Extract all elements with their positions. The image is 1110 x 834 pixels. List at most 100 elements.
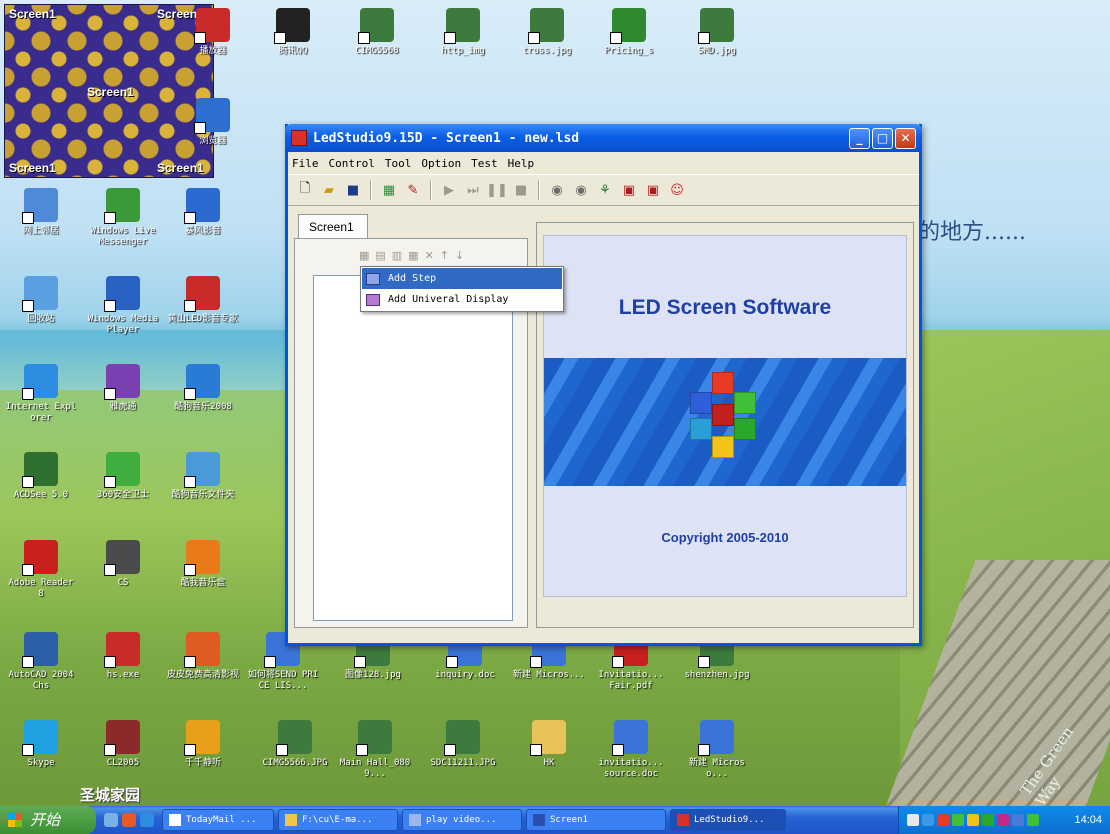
desktop-icon[interactable]: 酷狗音乐2008 bbox=[166, 364, 240, 413]
step-icon[interactable]: ⏭ bbox=[464, 181, 482, 199]
led-app-icon bbox=[184, 276, 220, 312]
desktop-icon-label: HK bbox=[543, 758, 555, 768]
desktop-icon[interactable]: CIMG5568 bbox=[340, 8, 414, 57]
play-icon[interactable]: ▶ bbox=[440, 181, 458, 199]
desktop-icon[interactable]: 千千静听 bbox=[166, 720, 240, 769]
program-list[interactable] bbox=[313, 275, 513, 621]
desktop-icon[interactable]: HK bbox=[512, 720, 586, 769]
desktop-icon[interactable]: 暴风影音 bbox=[166, 188, 240, 237]
tab-screen1[interactable]: Screen1 bbox=[298, 214, 368, 238]
save-icon[interactable]: ■ bbox=[344, 181, 362, 199]
start-button[interactable]: 开始 bbox=[0, 806, 96, 834]
menu-item-add-universal-display[interactable]: Add Univeral Display bbox=[362, 289, 562, 310]
tray-icon[interactable] bbox=[1012, 814, 1024, 826]
quicklaunch-icon[interactable] bbox=[104, 813, 118, 827]
tray-icon[interactable] bbox=[922, 814, 934, 826]
desktop-icon-label: 酷狗音乐文件夹 bbox=[171, 490, 235, 500]
task-todaymail[interactable]: TodayMail ... bbox=[162, 809, 274, 831]
grid-icon[interactable]: ▦ bbox=[380, 181, 398, 199]
desktop-icon[interactable]: 皮皮免费高清影视 bbox=[166, 632, 240, 681]
menu-file[interactable]: File bbox=[292, 157, 319, 170]
desktop-icon[interactable]: 回收站 bbox=[4, 276, 78, 325]
open-folder-icon[interactable]: ▰ bbox=[320, 181, 338, 199]
desktop-icon[interactable]: AutoCAD 2004 Chs bbox=[4, 632, 78, 692]
task-screen1[interactable]: Screen1 bbox=[526, 809, 666, 831]
tray-icon[interactable] bbox=[967, 814, 979, 826]
tray-icon[interactable] bbox=[1027, 814, 1039, 826]
menu-tool[interactable]: Tool bbox=[385, 157, 412, 170]
screen-icon[interactable]: ▣ bbox=[620, 181, 638, 199]
edit-icon[interactable]: ✎ bbox=[404, 181, 422, 199]
desktop-icon[interactable]: invitatio... source.doc bbox=[594, 720, 668, 780]
desktop-icon[interactable]: truss.jpg bbox=[510, 8, 584, 57]
receive-icon[interactable]: ◉ bbox=[572, 181, 590, 199]
desktop-icon[interactable]: CS bbox=[86, 540, 160, 589]
taskbar: 开始 TodayMail ... F:\cu\E-ma... play vide… bbox=[0, 806, 1110, 834]
jpg-icon bbox=[528, 8, 564, 44]
menu-control[interactable]: Control bbox=[329, 157, 375, 170]
pause-icon[interactable]: ❚❚ bbox=[486, 181, 508, 199]
desktop-icon[interactable]: 黄山LED影音专家 bbox=[166, 276, 240, 325]
task-explorer[interactable]: F:\cu\E-ma... bbox=[278, 809, 398, 831]
desktop-icon[interactable]: CIMG5566.JPG bbox=[258, 720, 332, 769]
desktop-icon[interactable]: hs.exe bbox=[86, 632, 160, 681]
desktop-icon[interactable]: 新建 Microso... bbox=[680, 720, 754, 780]
smiley-icon[interactable]: ☺ bbox=[668, 181, 686, 199]
quick-launch bbox=[104, 813, 154, 827]
new-file-icon[interactable]: 🗋 bbox=[296, 181, 314, 199]
desktop-icon[interactable]: http_img bbox=[426, 8, 500, 57]
task-label: TodayMail ... bbox=[186, 815, 257, 825]
menu-option[interactable]: Option bbox=[421, 157, 461, 170]
network-icon bbox=[22, 188, 58, 224]
desktop-icon[interactable]: Windows Live Messenger bbox=[86, 188, 160, 248]
desktop-icon[interactable]: 酷我音乐盒 bbox=[166, 540, 240, 589]
task-label: LedStudio9... bbox=[694, 815, 765, 825]
desktop-icon[interactable]: 腾讯QQ bbox=[256, 8, 330, 57]
maximize-button[interactable]: □ bbox=[872, 127, 893, 149]
tray-icon[interactable] bbox=[997, 814, 1009, 826]
menu-item-add-step[interactable]: Add Step bbox=[362, 268, 562, 289]
doc-icon bbox=[612, 720, 648, 756]
desktop-icon[interactable]: 雅虎通 bbox=[86, 364, 160, 413]
window-titlebar[interactable]: LedStudio9.15D - Screen1 - new.lsd _ □ ✕ bbox=[285, 124, 922, 152]
link-icon[interactable]: ⚘ bbox=[596, 181, 614, 199]
minimize-button[interactable]: _ bbox=[849, 127, 870, 149]
close-button[interactable]: ✕ bbox=[895, 127, 916, 149]
desktop-icon[interactable]: SDC11211.JPG bbox=[426, 720, 500, 769]
menu-test[interactable]: Test bbox=[471, 157, 498, 170]
tray-icon[interactable] bbox=[937, 814, 949, 826]
tray-icon[interactable] bbox=[952, 814, 964, 826]
stop-icon[interactable]: ■ bbox=[512, 181, 530, 199]
desktop-icon[interactable]: Adobe Reader 8 bbox=[4, 540, 78, 600]
task-ledstudio[interactable]: LedStudio9... bbox=[670, 809, 786, 831]
desktop-icon[interactable]: 酷狗音乐文件夹 bbox=[166, 452, 240, 501]
logo-cube-icon bbox=[690, 392, 712, 414]
desktop-icon[interactable]: Main Hall_0809... bbox=[338, 720, 412, 780]
toolbar-separator bbox=[430, 180, 432, 200]
desktop-icon[interactable]: 播放器 bbox=[176, 8, 250, 57]
ie-icon[interactable] bbox=[140, 813, 154, 827]
tray-icon[interactable] bbox=[907, 814, 919, 826]
desktop-icon-label: 网上邻居 bbox=[22, 226, 59, 236]
desktop-icon[interactable]: 浏览器 bbox=[176, 98, 250, 147]
desktop-icon[interactable]: CL2005 bbox=[86, 720, 160, 769]
ledstudio-window[interactable]: LedStudio9.15D - Screen1 - new.lsd _ □ ✕… bbox=[285, 124, 922, 646]
menu-help[interactable]: Help bbox=[508, 157, 535, 170]
desktop-icon[interactable]: Pricing_s bbox=[592, 8, 666, 57]
desktop-icon[interactable]: 网上邻居 bbox=[4, 188, 78, 237]
desktop-icon[interactable]: Skype bbox=[4, 720, 78, 769]
exe-icon bbox=[104, 632, 140, 668]
desktop-icon[interactable]: SMD.jpg bbox=[680, 8, 754, 57]
task-play-video[interactable]: play video... bbox=[402, 809, 522, 831]
screen-off-icon[interactable]: ▣ bbox=[644, 181, 662, 199]
folder-icon bbox=[285, 814, 297, 826]
desktop-icon-label: Main Hall_0809... bbox=[339, 758, 411, 779]
desktop-icon[interactable]: ACDSee 5.0 bbox=[4, 452, 78, 501]
tray-icon[interactable] bbox=[982, 814, 994, 826]
desktop-icon[interactable]: Windows Media Player bbox=[86, 276, 160, 336]
desktop-icon[interactable]: Internet Explorer bbox=[4, 364, 78, 424]
send-icon[interactable]: ◉ bbox=[548, 181, 566, 199]
toolbar: 🗋 ▰ ■ ▦ ✎ ▶ ⏭ ❚❚ ■ ◉ ◉ ⚘ ▣ ▣ ☺ bbox=[288, 174, 919, 206]
desktop-icon[interactable]: 360安全卫士 bbox=[86, 452, 160, 501]
quicklaunch-icon[interactable] bbox=[122, 813, 136, 827]
